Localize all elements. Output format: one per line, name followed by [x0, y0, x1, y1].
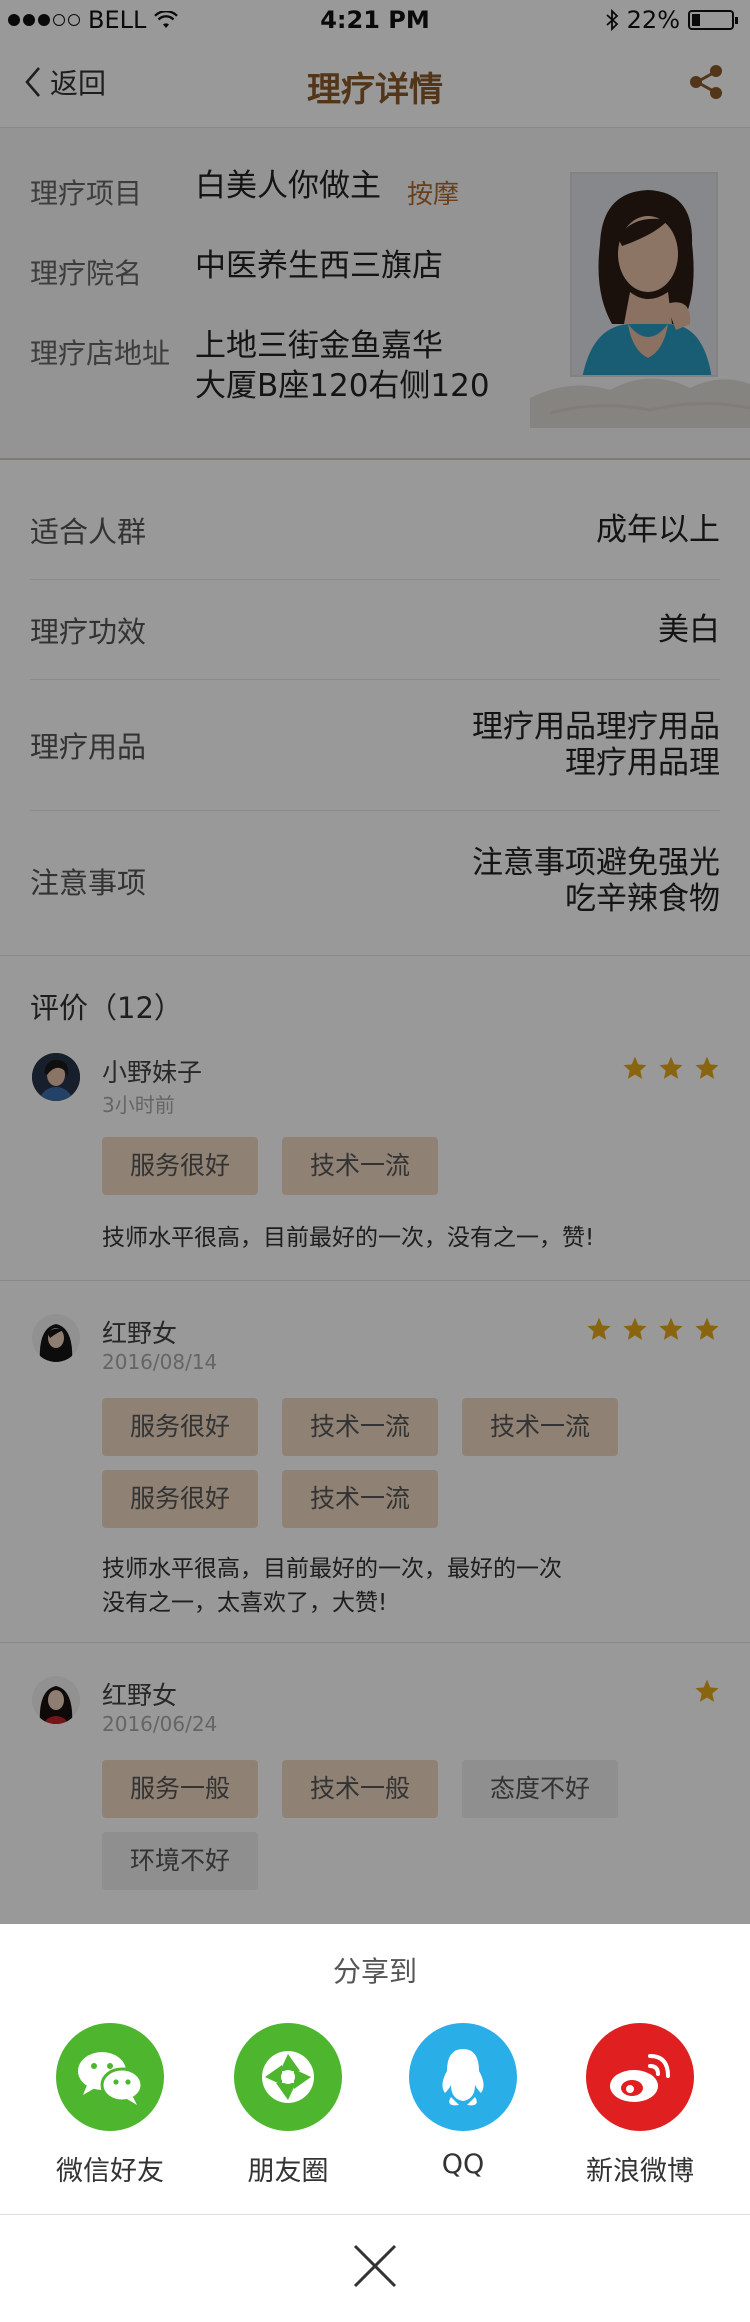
share-weibo-button[interactable]: 新浪微博: [555, 2023, 725, 2188]
share-label: 朋友圈: [247, 2156, 329, 2187]
share-sheet: 分享到 微信好友 朋友圈 QQ 新浪微博: [0, 1924, 750, 2322]
share-qq-button[interactable]: QQ: [378, 2023, 548, 2180]
share-wechat-button[interactable]: 微信好友: [25, 2023, 195, 2188]
sheet-divider: [0, 2214, 750, 2215]
close-button[interactable]: [351, 2242, 399, 2290]
share-label: 新浪微博: [586, 2156, 694, 2187]
share-label: QQ: [441, 2149, 485, 2180]
close-icon: [353, 2244, 397, 2288]
weibo-icon: [586, 2023, 694, 2131]
share-title: 分享到: [332, 1955, 417, 1988]
qq-icon: [409, 2023, 517, 2131]
share-label: 微信好友: [56, 2156, 164, 2187]
moments-icon: [234, 2023, 342, 2131]
modal-backdrop[interactable]: [0, 0, 750, 1924]
share-moments-button[interactable]: 朋友圈: [203, 2023, 373, 2188]
wechat-icon: [56, 2023, 164, 2131]
